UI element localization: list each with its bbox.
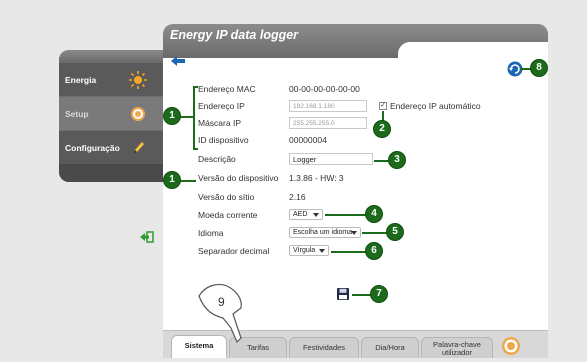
callout-badge-9: 9 [218, 295, 225, 309]
sun-icon [129, 71, 147, 89]
site-version-value: 2.16 [289, 192, 306, 202]
pointing-hand-icon [198, 283, 242, 344]
callout-leader [180, 116, 193, 118]
tab-festividades[interactable]: Festividades [289, 337, 359, 358]
callout-badge-3: 3 [388, 151, 406, 169]
language-label: Idioma [198, 228, 224, 238]
save-icon[interactable] [337, 288, 349, 300]
callout-badge-1: 1 [163, 107, 181, 125]
callout-leader [325, 214, 367, 216]
site-version-label: Versão do sítio [198, 192, 255, 202]
decimal-separator-select[interactable]: Vírgula [289, 245, 329, 256]
callout-bracket [193, 86, 195, 150]
tab-label-line2: utilizador [441, 348, 472, 357]
callout-leader [352, 294, 372, 296]
callout-leader [180, 180, 196, 182]
mac-label: Endereço MAC [198, 84, 256, 94]
ip-input[interactable]: 192.168.1.180 [289, 100, 367, 112]
back-arrow-icon[interactable] [171, 56, 185, 66]
callout-badge-1b: 1 [163, 171, 181, 189]
device-version-value: 1.3.86 - HW: 3 [289, 173, 344, 183]
chevron-down-icon [319, 249, 325, 253]
currency-select-value: AED [293, 211, 308, 218]
auto-ip-label: Endereço IP automático [390, 101, 481, 111]
gear-icon[interactable] [500, 335, 522, 357]
device-version-label: Versão do dispositivo [198, 173, 279, 183]
title-bar: Energy IP data logger [163, 24, 548, 58]
decimal-separator-label: Separador decimal [198, 246, 270, 256]
device-id-label: ID dispositivo [198, 135, 249, 145]
description-label: Descrição [198, 154, 236, 164]
callout-leader [331, 251, 367, 253]
sidebar-item-label: Energia [65, 74, 97, 85]
description-input[interactable]: Logger [289, 153, 373, 165]
tab-dia-hora[interactable]: Dia/Hora [361, 337, 419, 358]
sidebar-item-energia[interactable]: Energia [59, 62, 167, 96]
sidebar-item-setup[interactable]: Setup [59, 96, 167, 130]
callout-badge-7: 7 [370, 285, 388, 303]
device-id-value: 00000004 [289, 135, 327, 145]
sidebar-item-configuracao[interactable]: Configuração [59, 130, 167, 164]
callout-leader [362, 232, 388, 234]
callout-badge-2: 2 [373, 120, 391, 138]
sidebar-item-label: Configuração [65, 142, 120, 153]
sidebar: Energia Setup Configuração [59, 50, 167, 182]
sidebar-item-label: Setup [65, 108, 89, 119]
decimal-separator-select-value: Vírgula [293, 247, 316, 254]
auto-ip-checkbox[interactable]: ✓ [379, 102, 387, 110]
tab-palavra-chave[interactable]: Palavra-chave utilizador [421, 337, 493, 358]
window-title: Energy IP data logger [170, 28, 299, 42]
callout-badge-6: 6 [365, 242, 383, 260]
logout-icon[interactable] [140, 231, 154, 243]
callout-leader [193, 86, 198, 88]
callout-badge-8: 8 [530, 59, 548, 77]
currency-select[interactable]: AED [289, 209, 323, 220]
gear-icon [131, 107, 145, 121]
sidebar-footer [59, 164, 167, 182]
pencil-icon [133, 142, 144, 154]
screen: Energia Setup Configuração Energy IP dat… [0, 0, 587, 362]
language-select[interactable]: Escolha um idioma [289, 227, 361, 238]
language-select-value: Escolha um idioma [293, 229, 353, 236]
callout-leader [193, 148, 198, 150]
mac-value: 00-00-00-00-00-00 [289, 84, 360, 94]
mask-label: Máscara IP [198, 118, 241, 128]
callout-badge-5: 5 [386, 223, 404, 241]
ip-label: Endereço IP [198, 101, 245, 111]
callout-badge-4: 4 [365, 205, 383, 223]
currency-label: Moeda corrente [198, 210, 258, 220]
sidebar-cap [59, 50, 167, 62]
chevron-down-icon [313, 213, 319, 217]
title-bar-notch [398, 42, 548, 58]
chevron-down-icon [351, 231, 357, 235]
mask-input[interactable]: 255.255.255.0 [289, 117, 367, 129]
